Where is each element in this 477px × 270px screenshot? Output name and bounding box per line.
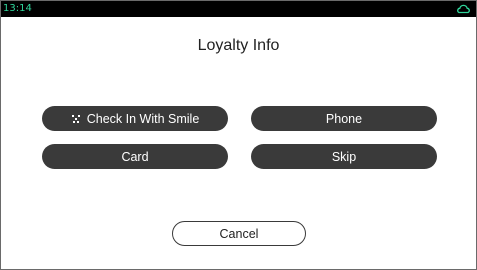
page-title: Loyalty Info (197, 37, 280, 54)
check-in-with-smile-button[interactable]: Check In With Smile (42, 106, 228, 131)
smile-icon (71, 114, 80, 123)
cloud-icon (457, 4, 470, 14)
status-bar: 13:14 (1, 1, 476, 17)
skip-label: Skip (331, 149, 357, 164)
card-label: Card (121, 149, 149, 164)
phone-button[interactable]: Phone (251, 106, 437, 131)
status-time: 13:14 (3, 3, 32, 14)
card-button[interactable]: Card (42, 144, 228, 169)
cancel-button[interactable]: Cancel (172, 221, 306, 246)
loyalty-info-screen: 13:14 Loyalty Info Check In With Smile P… (0, 0, 477, 270)
skip-button[interactable]: Skip (251, 144, 437, 169)
cancel-label: Cancel (219, 226, 259, 241)
phone-label: Phone (325, 111, 363, 126)
check-in-with-smile-label: Check In With Smile (86, 111, 200, 126)
